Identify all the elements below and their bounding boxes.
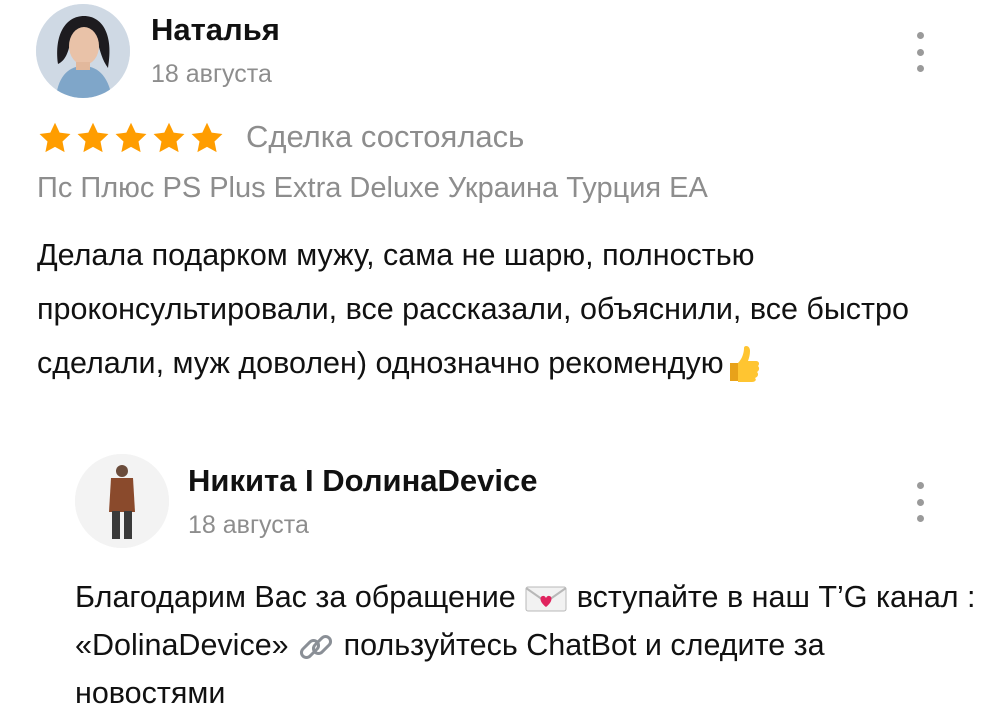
seller-avatar[interactable] xyxy=(75,454,169,548)
reply-text-part1: Благодарим Вас за обращение xyxy=(75,580,516,614)
rating-stars xyxy=(37,120,225,156)
link-emoji xyxy=(300,634,333,659)
deal-status: Сделка состоялась xyxy=(246,119,525,154)
review-text: Делала подарком мужу, сама не шарю, полн… xyxy=(37,238,909,380)
reviewer-name[interactable]: Наталья xyxy=(151,12,280,48)
review-text-block: Делала подарком мужу, сама не шарю, полн… xyxy=(37,228,967,390)
star-icon xyxy=(115,122,147,153)
seller-name[interactable]: Никита I DолинаDevice xyxy=(188,463,538,499)
reply-date: 18 августа xyxy=(188,511,309,539)
star-icon xyxy=(39,122,71,153)
reply-text-block: Благодарим Вас за обращение вступайте в … xyxy=(75,573,980,717)
love-letter-emoji xyxy=(525,586,567,612)
star-icon xyxy=(191,122,223,153)
star-icon xyxy=(153,122,185,153)
thumbs-up-emoji xyxy=(729,345,759,382)
review-date: 18 августа xyxy=(151,60,272,88)
reply-more-icon[interactable] xyxy=(910,482,930,522)
reviewer-avatar-image xyxy=(36,4,130,98)
product-title[interactable]: Пс Плюс PS Plus Extra Deluxe Украина Тур… xyxy=(37,172,708,205)
star-icon xyxy=(77,122,109,153)
review-more-icon[interactable] xyxy=(910,32,930,72)
reviewer-avatar[interactable] xyxy=(36,4,130,98)
seller-avatar-image xyxy=(75,454,169,548)
